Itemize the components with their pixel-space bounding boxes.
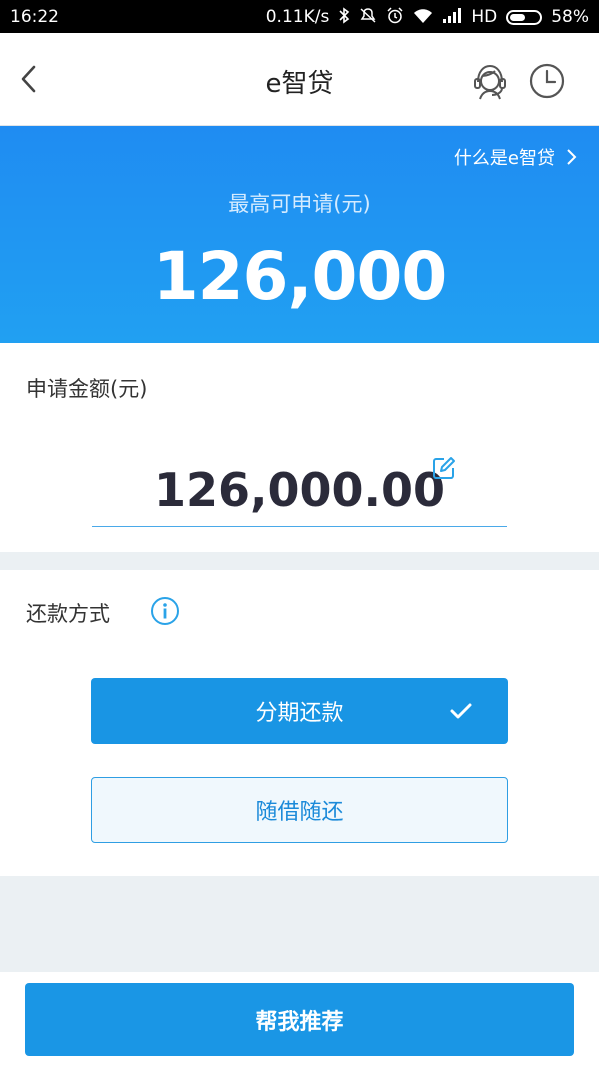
what-is-link-label: 什么是e智贷: [453, 148, 555, 169]
recommend-button[interactable]: 帮我推荐: [25, 983, 574, 1056]
network-type: HD: [471, 7, 498, 27]
mute-icon: [359, 7, 377, 27]
edit-icon: [433, 457, 455, 479]
repayment-info-button[interactable]: [150, 596, 180, 626]
wifi-icon: [413, 8, 433, 27]
bluetooth-icon: [338, 7, 350, 27]
info-icon: [151, 597, 179, 625]
repayment-section: 还款方式 分期还款 随借随还: [0, 570, 599, 876]
apply-amount-section: 申请金额(元) 126,000.00: [0, 343, 599, 552]
installment-option[interactable]: 分期还款: [91, 678, 508, 744]
status-bar: 16:22 0.11K/s HD 58%: [0, 0, 599, 33]
header-bar: e智贷: [0, 33, 599, 126]
battery-percent: 58%: [551, 7, 589, 27]
flexible-repay-option[interactable]: 随借随还: [91, 777, 508, 843]
battery-icon: [506, 9, 543, 25]
alarm-icon: [386, 7, 404, 27]
max-amount-value: 126,000: [152, 238, 448, 315]
check-icon: [450, 703, 472, 719]
customer-service-button[interactable]: [470, 61, 510, 101]
network-speed: 0.11K/s: [265, 7, 330, 27]
max-amount-label: 最高可申请(元): [228, 192, 371, 216]
status-right: 0.11K/s HD 58%: [266, 7, 589, 27]
edit-amount-button[interactable]: [432, 456, 456, 480]
footer-bar: 帮我推荐: [0, 972, 599, 1066]
customer-service-icon: [474, 64, 506, 100]
clock-icon: [529, 63, 565, 99]
what-is-link[interactable]: 什么是e智贷: [454, 144, 577, 170]
status-time: 16:22: [10, 7, 59, 27]
signal-icon: [442, 8, 462, 26]
flexible-repay-option-label: 随借随还: [255, 800, 344, 825]
apply-amount-label: 申请金额(元): [26, 377, 148, 401]
credit-limit-banner: 什么是e智贷 最高可申请(元) 126,000: [0, 126, 599, 343]
history-button[interactable]: [528, 62, 566, 100]
repayment-label: 还款方式: [26, 602, 110, 626]
installment-option-label: 分期还款: [255, 701, 344, 726]
battery-level: [510, 13, 525, 21]
chevron-right-icon: [567, 149, 577, 165]
